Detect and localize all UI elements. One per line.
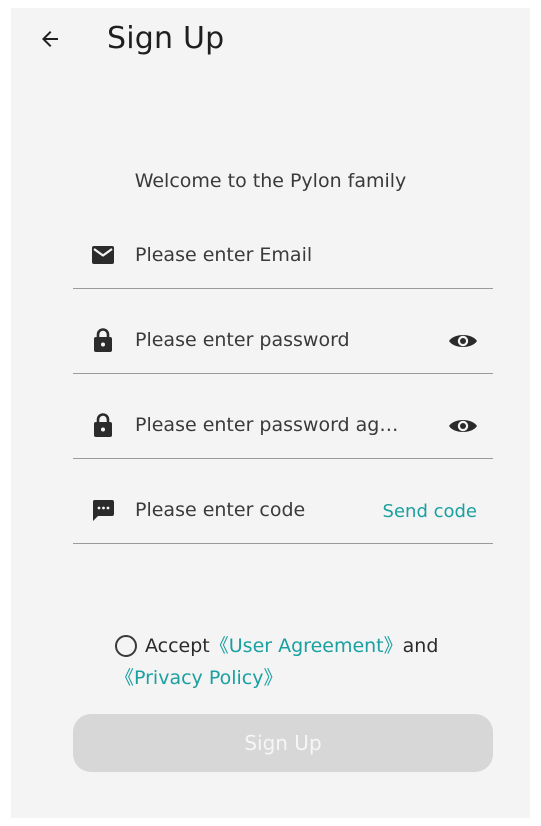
page-title: Sign Up: [107, 21, 225, 56]
arrow-left-icon: [42, 31, 58, 47]
privacy-policy-link[interactable]: 《Privacy Policy》: [115, 667, 282, 689]
password-input[interactable]: [135, 323, 425, 357]
message-icon: [91, 497, 115, 523]
sign-up-button[interactable]: Sign Up: [73, 714, 493, 772]
email-input[interactable]: [135, 238, 425, 272]
and-label: and: [402, 635, 439, 657]
lock-icon: [91, 412, 115, 438]
accept-label: Accept: [145, 635, 210, 657]
send-code-button[interactable]: Send code: [383, 501, 477, 522]
user-agreement-link[interactable]: 《User Agreement》: [210, 635, 403, 657]
back-button[interactable]: [35, 24, 65, 54]
lock-icon: [91, 327, 115, 353]
email-field-row: [73, 226, 493, 289]
mail-icon: [91, 242, 115, 268]
agreement-text: Accept《User Agreement》and 《Privacy Policy…: [115, 630, 475, 694]
signup-screen: Sign Up Welcome to the Pylon family Plea…: [11, 8, 530, 818]
agreement-radio[interactable]: [115, 635, 137, 657]
password-confirm-field-row: [73, 396, 493, 459]
code-field-row: Send code: [73, 481, 493, 544]
code-input[interactable]: [135, 493, 355, 527]
password-field-row: [73, 311, 493, 374]
password-confirm-input[interactable]: [135, 408, 425, 442]
eye-icon[interactable]: [447, 329, 479, 353]
eye-icon[interactable]: [447, 414, 479, 438]
welcome-text: Welcome to the Pylon family: [134, 170, 407, 192]
